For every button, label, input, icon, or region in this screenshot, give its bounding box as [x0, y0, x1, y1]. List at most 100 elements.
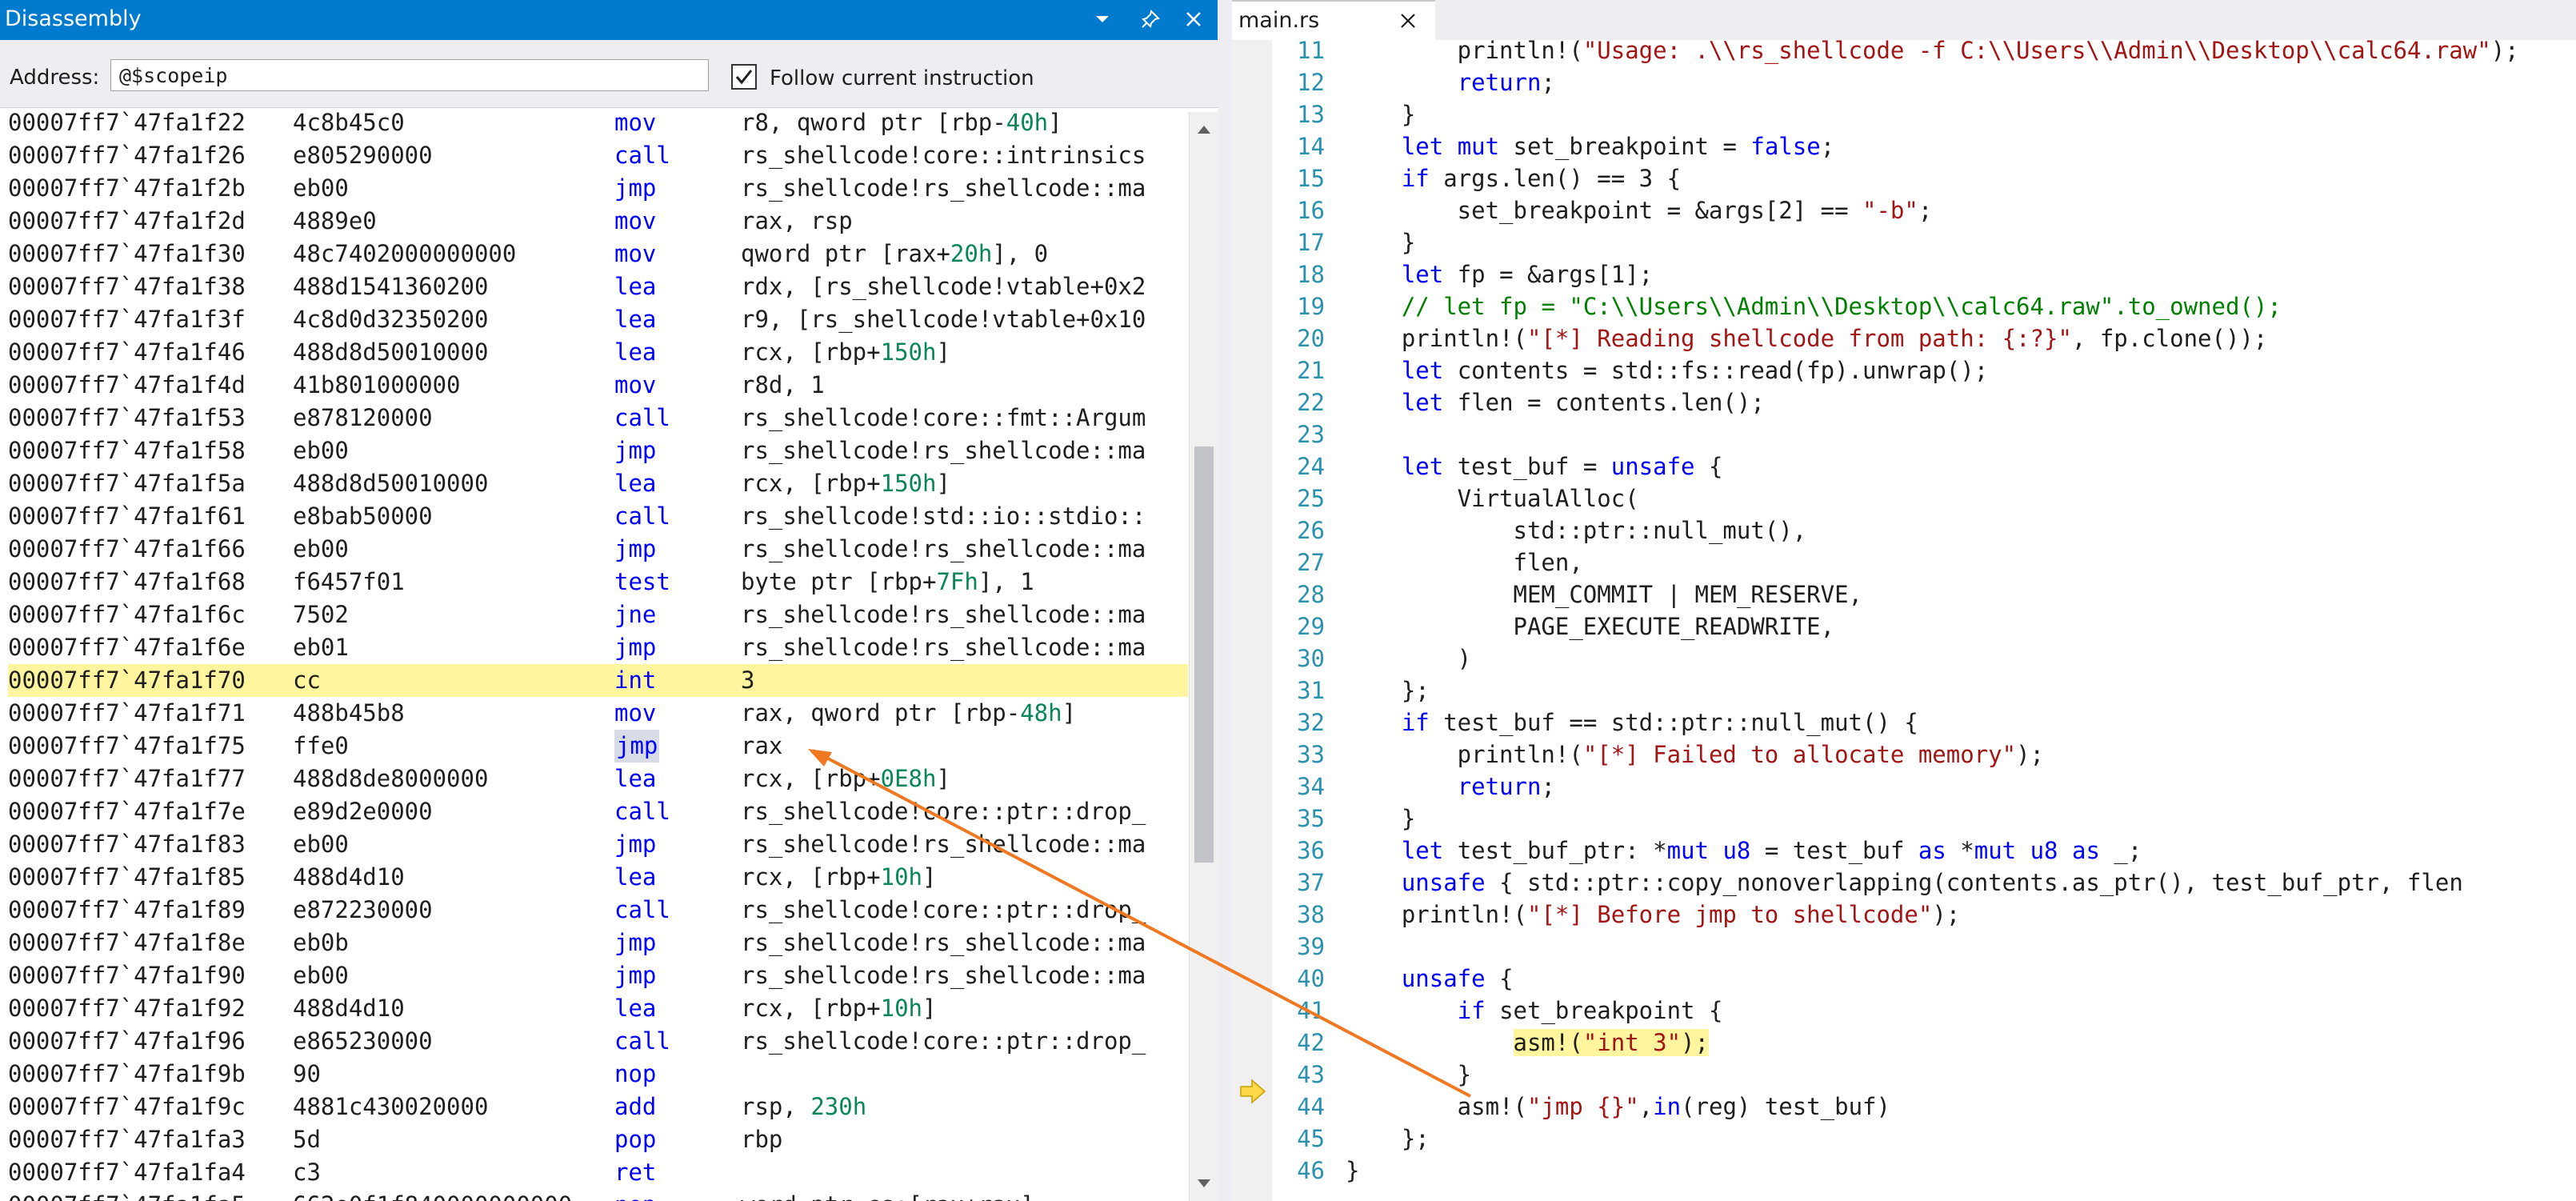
code-line[interactable]: 17 }: [1232, 226, 2576, 259]
instruction-row[interactable]: 00007ff7`47fa1f9b 90 nop: [8, 1058, 1188, 1091]
code-line[interactable]: 15 if args.len() == 3 {: [1232, 162, 2576, 195]
instruction-row[interactable]: 00007ff7`47fa1fa5 662e0f1f840000000000 nop…: [8, 1189, 1188, 1201]
instruction-row[interactable]: 00007ff7`47fa1f75 ffe0 jmp rax: [8, 730, 1188, 763]
code-line[interactable]: 35 }: [1232, 803, 2576, 835]
instruction-row[interactable]: 00007ff7`47fa1f2b eb00 jmp rs_shellcode!rs_…: [8, 172, 1188, 205]
instruction-row[interactable]: 00007ff7`47fa1f26 e805290000 call rs_shellc…: [8, 139, 1188, 172]
code-line[interactable]: 13 }: [1232, 98, 2576, 131]
code-line[interactable]: 25 VirtualAlloc(: [1232, 482, 2576, 515]
code-line[interactable]: 28 MEM_COMMIT | MEM_RESERVE,: [1232, 578, 2576, 611]
code-line[interactable]: 46}: [1232, 1155, 2576, 1187]
instruction-bytes: e805290000: [293, 142, 433, 169]
instruction-row[interactable]: 00007ff7`47fa1f92 488d4d10 lea rcx, [rbp+10…: [8, 992, 1188, 1025]
editor-tab-bar: main.rs: [1232, 0, 2576, 40]
instruction-mnemonic: lea: [614, 338, 657, 366]
address-input[interactable]: [110, 59, 709, 91]
code-line[interactable]: 27 flen,: [1232, 546, 2576, 579]
instruction-row[interactable]: 00007ff7`47fa1f61 e8bab50000 call rs_shellc…: [8, 500, 1188, 533]
code-line[interactable]: 16 set_breakpoint = &args[2] == "-b";: [1232, 194, 2576, 227]
close-tab-button[interactable]: [1392, 5, 1424, 37]
code-line[interactable]: 34 return;: [1232, 771, 2576, 803]
instruction-row[interactable]: 00007ff7`47fa1f46 488d8d50010000 lea rcx, […: [8, 336, 1188, 369]
instruction-mnemonic: add: [614, 1093, 657, 1120]
pane-splitter[interactable]: [1218, 0, 1232, 1201]
code-line[interactable]: 21 let contents = std::fs::read(fp).unwr…: [1232, 354, 2576, 387]
code-line[interactable]: 11 println!("Usage: .\\rs_shellcode -f C…: [1232, 40, 2576, 67]
code-line[interactable]: 45 };: [1232, 1123, 2576, 1155]
pin-window-button[interactable]: [1133, 2, 1168, 37]
instruction-bytes: 488d1541360200: [293, 273, 489, 300]
instruction-row[interactable]: 00007ff7`47fa1f68 f6457f01 test byte ptr [r…: [8, 566, 1188, 598]
tab-main-rs[interactable]: main.rs: [1232, 0, 1435, 40]
window-menu-dropdown-button[interactable]: [1085, 2, 1120, 37]
instruction-row[interactable]: 00007ff7`47fa1f6e eb01 jmp rs_shellcode!rs_…: [8, 631, 1188, 664]
instruction-row[interactable]: 00007ff7`47fa1f8e eb0b jmp rs_shellcode!rs_…: [8, 927, 1188, 959]
instruction-row[interactable]: 00007ff7`47fa1f85 488d4d10 lea rcx, [rbp+10…: [8, 861, 1188, 894]
follow-instruction-checkbox[interactable]: [731, 64, 757, 90]
code-token: unsafe: [1610, 453, 1695, 480]
code-line[interactable]: 41 if set_breakpoint {: [1232, 995, 2576, 1027]
disassembly-listing[interactable]: 00007ff7`47fa1f22 4c8b45c0 mov r8, qword pt…: [8, 107, 1192, 1201]
instruction-row[interactable]: 00007ff7`47fa1f30 48c7402000000000 mov qwor…: [8, 238, 1188, 270]
code-text-area[interactable]: 11 println!("Usage: .\\rs_shellcode -f C…: [1232, 40, 2576, 1201]
current-instruction-row[interactable]: 00007ff7`47fa1f70 cc int 3: [8, 664, 1188, 697]
instruction-row[interactable]: 00007ff7`47fa1f6c 7502 jne rs_shellcode!rs_…: [8, 598, 1188, 631]
instruction-row[interactable]: 00007ff7`47fa1f3f 4c8d0d32350200 lea r9, [r…: [8, 303, 1188, 336]
code-line[interactable]: 40 unsafe {: [1232, 963, 2576, 995]
scroll-down-button[interactable]: [1190, 1169, 1218, 1198]
instruction-row[interactable]: 00007ff7`47fa1fa4 c3 ret: [8, 1156, 1188, 1189]
instruction-row[interactable]: 00007ff7`47fa1f22 4c8b45c0 mov r8, qword pt…: [8, 107, 1188, 139]
code-line[interactable]: 38 println!("[*] Before jmp to shellcode…: [1232, 899, 2576, 931]
code-line[interactable]: 31 };: [1232, 675, 2576, 707]
code-line[interactable]: 30 ): [1232, 643, 2576, 675]
code-line[interactable]: 23: [1232, 418, 2576, 451]
scroll-up-button[interactable]: [1190, 115, 1218, 144]
code-line[interactable]: 32 if test_buf == std::ptr::null_mut() {: [1232, 707, 2576, 739]
instruction-row[interactable]: 00007ff7`47fa1f9c 4881c430020000 add rsp, 2…: [8, 1091, 1188, 1123]
code-text: return;: [1346, 771, 1555, 803]
code-line[interactable]: 19 // let fp = "C:\\Users\\Admin\\Deskto…: [1232, 290, 2576, 323]
instruction-row[interactable]: 00007ff7`47fa1f71 488b45b8 mov rax, qword p…: [8, 697, 1188, 730]
operand-token: 48h: [1020, 699, 1062, 727]
instruction-address: 00007ff7`47fa1f61: [8, 502, 246, 530]
code-line[interactable]: 12 return;: [1232, 66, 2576, 99]
instruction-row[interactable]: 00007ff7`47fa1f7e e89d2e0000 call rs_shellc…: [8, 795, 1188, 828]
code-line[interactable]: 14 let mut set_breakpoint = false;: [1232, 130, 2576, 163]
instruction-mnemonic: call: [614, 1027, 670, 1055]
instruction-row[interactable]: 00007ff7`47fa1f2d 4889e0 mov rax, rsp: [8, 205, 1188, 238]
operand-token: rs_shellcode!std::io::stdio::: [741, 502, 1146, 530]
instruction-row[interactable]: 00007ff7`47fa1f38 488d1541360200 lea rdx, […: [8, 270, 1188, 303]
close-window-button[interactable]: [1176, 2, 1211, 37]
instruction-row[interactable]: 00007ff7`47fa1f66 eb00 jmp rs_shellcode!rs_…: [8, 533, 1188, 566]
disassembly-scrollbar[interactable]: [1189, 112, 1218, 1201]
code-line[interactable]: 26 std::ptr::null_mut(),: [1232, 514, 2576, 547]
code-line[interactable]: 37 unsafe { std::ptr::copy_nonoverlappin…: [1232, 867, 2576, 899]
instruction-row[interactable]: 00007ff7`47fa1f90 eb00 jmp rs_shellcode!rs_…: [8, 959, 1188, 992]
instruction-row[interactable]: 00007ff7`47fa1f5a 488d8d50010000 lea rcx, […: [8, 467, 1188, 500]
instruction-row[interactable]: 00007ff7`47fa1f58 eb00 jmp rs_shellcode!rs_…: [8, 434, 1188, 467]
code-line[interactable]: 43 }: [1232, 1059, 2576, 1091]
instruction-row[interactable]: 00007ff7`47fa1fa3 5d pop rbp: [8, 1123, 1188, 1156]
code-line[interactable]: 42 asm!("int 3");: [1232, 1027, 2576, 1059]
instruction-row[interactable]: 00007ff7`47fa1f96 e865230000 call rs_shellc…: [8, 1025, 1188, 1058]
instruction-row[interactable]: 00007ff7`47fa1f53 e878120000 call rs_shellc…: [8, 402, 1188, 434]
instruction-row[interactable]: 00007ff7`47fa1f89 e872230000 call rs_shellc…: [8, 894, 1188, 927]
instruction-row[interactable]: 00007ff7`47fa1f4d 41b801000000 mov r8d, 1: [8, 369, 1188, 402]
address-label: Address:: [10, 66, 100, 90]
code-token: "[*] Reading shellcode from path: {:?}": [1526, 325, 2072, 352]
instruction-row[interactable]: 00007ff7`47fa1f77 488d8de8000000 lea rcx, […: [8, 763, 1188, 795]
instruction-row[interactable]: 00007ff7`47fa1f83 eb00 jmp rs_shellcode!rs_…: [8, 828, 1188, 861]
code-line[interactable]: 44 asm!("jmp {}",in(reg) test_buf): [1232, 1091, 2576, 1123]
code-line[interactable]: 20 println!("[*] Reading shellcode from …: [1232, 322, 2576, 355]
code-line[interactable]: 33 println!("[*] Failed to allocate memo…: [1232, 739, 2576, 771]
code-line[interactable]: 29 PAGE_EXECUTE_READWRITE,: [1232, 611, 2576, 643]
code-line[interactable]: 18 let fp = &args[1];: [1232, 258, 2576, 291]
code-line[interactable]: 24 let test_buf = unsafe {: [1232, 450, 2576, 483]
glyph-margin[interactable]: [1232, 40, 1272, 1201]
code-line[interactable]: 36 let test_buf_ptr: *mut u8 = test_buf …: [1232, 835, 2576, 867]
code-line[interactable]: 39: [1232, 931, 2576, 963]
instruction-address: 00007ff7`47fa1f6e: [8, 634, 246, 661]
code-line[interactable]: 22 let flen = contents.len();: [1232, 386, 2576, 419]
scroll-thumb[interactable]: [1194, 446, 1214, 863]
